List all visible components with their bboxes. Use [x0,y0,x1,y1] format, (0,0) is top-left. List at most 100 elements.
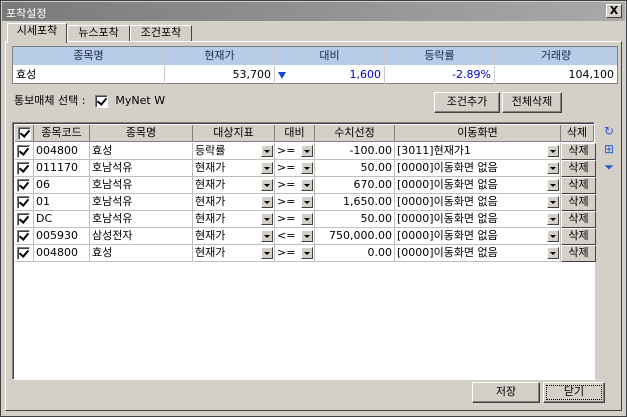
header-check-cell [15,125,34,142]
delete-row-button[interactable]: 삭제 [561,177,596,194]
close-dialog-button[interactable]: 닫기 [543,382,605,403]
quote-rate: -2.89% [385,66,495,84]
screen-select[interactable]: [0000]이동화면 없음 [395,245,561,262]
indicator-select[interactable]: 현재가 [193,228,275,245]
compare-select[interactable]: >= [275,143,315,160]
indicator-select[interactable]: 현재가 [193,160,275,177]
chevron-down-icon[interactable] [301,145,313,157]
save-button[interactable]: 저장 [472,382,540,403]
add-icon[interactable]: ⊞ [602,142,616,156]
chevron-down-icon[interactable] [301,162,313,174]
header-code: 종목코드 [34,125,90,142]
row-name[interactable]: 호남석유 [90,177,193,194]
value-input[interactable]: 750,000.00 [315,228,395,245]
row-name[interactable]: 삼성전자 [90,228,193,245]
compare-select[interactable]: >= [275,245,315,262]
chevron-down-icon[interactable] [547,230,559,242]
compare-select[interactable]: >= [275,160,315,177]
chevron-down-icon[interactable] [261,213,273,225]
row-code[interactable]: 011170 [34,160,90,177]
row-name[interactable]: 호남석유 [90,194,193,211]
refresh-icon[interactable]: ↻ [602,124,616,138]
delete-row-button[interactable]: 삭제 [561,160,596,177]
indicator-select[interactable]: 현재가 [193,245,275,262]
indicator-select[interactable]: 현재가 [193,211,275,228]
indicator-value: 현재가 [195,161,226,174]
screen-select[interactable]: [0000]이동화면 없음 [395,177,561,194]
screen-select[interactable]: [0000]이동화면 없음 [395,211,561,228]
row-code[interactable]: 06 [34,177,90,194]
compare-select[interactable]: >= [275,211,315,228]
delete-row-button[interactable]: 삭제 [561,211,596,228]
row-code[interactable]: 01 [34,194,90,211]
value-input[interactable]: 670.00 [315,177,395,194]
chevron-down-icon[interactable] [301,179,313,191]
screen-value: [0000]이동화면 없음 [397,246,498,259]
row-checkbox[interactable] [17,161,30,175]
tab-news-alert[interactable]: 뉴스포착 [67,25,130,42]
indicator-select[interactable]: 현재가 [193,177,275,194]
title-bar[interactable]: 포착설정 X [2,2,625,21]
screen-select[interactable]: [3011]현재가1 [395,143,561,160]
delete-row-button[interactable]: 삭제 [561,245,596,262]
row-name[interactable]: 호남석유 [90,160,193,177]
chevron-down-icon[interactable] [547,145,559,157]
row-code[interactable]: DC [34,211,90,228]
notify-label: 통보매체 선택 : [14,94,86,107]
value-input[interactable]: 0.00 [315,245,395,262]
row-checkbox[interactable] [17,212,30,226]
row-name[interactable]: 효성 [90,143,193,160]
row-name[interactable]: 호남석유 [90,211,193,228]
chevron-down-icon[interactable] [261,162,273,174]
delete-row-button[interactable]: 삭제 [561,143,596,160]
chevron-down-icon[interactable] [301,213,313,225]
chevron-down-icon[interactable] [261,145,273,157]
chevron-down-icon[interactable] [261,247,273,259]
value-input[interactable]: 50.00 [315,211,395,228]
row-code[interactable]: 005930 [34,228,90,245]
screen-select[interactable]: [0000]이동화면 없음 [395,160,561,177]
indicator-select[interactable]: 등락률 [193,143,275,160]
row-check-cell [15,194,34,211]
chevron-down-icon[interactable] [301,247,313,259]
row-checkbox[interactable] [17,229,30,243]
mynet-checkbox[interactable] [94,94,108,108]
row-checkbox[interactable] [17,246,30,260]
chevron-down-icon[interactable] [547,196,559,208]
tab-condition-alert[interactable]: 조건포착 [130,25,192,42]
row-checkbox[interactable] [17,195,30,209]
table-row: 004800 효성 현재가 >= 0.00 [0000]이동화면 없음 삭제 [15,245,596,262]
value-input[interactable]: 1,650.00 [315,194,395,211]
row-name[interactable]: 효성 [90,245,193,262]
compare-select[interactable]: >= [275,194,315,211]
move-down-icon[interactable]: ⏷ [602,160,616,174]
chevron-down-icon[interactable] [547,247,559,259]
chevron-down-icon[interactable] [301,196,313,208]
chevron-down-icon[interactable] [261,179,273,191]
chevron-down-icon[interactable] [547,162,559,174]
select-all-checkbox[interactable] [17,126,31,140]
chevron-down-icon[interactable] [261,196,273,208]
chevron-down-icon[interactable] [301,230,313,242]
value-input[interactable]: -100.00 [315,143,395,160]
screen-select[interactable]: [0000]이동화면 없음 [395,194,561,211]
chevron-down-icon[interactable] [261,230,273,242]
screen-select[interactable]: [0000]이동화면 없음 [395,228,561,245]
tab-price-alert[interactable]: 시세포착 [7,23,67,43]
compare-select[interactable]: <= [275,228,315,245]
delete-row-button[interactable]: 삭제 [561,194,596,211]
delete-all-button[interactable]: 전체삭제 [502,92,562,113]
close-button[interactable]: X [606,4,622,18]
value-input[interactable]: 50.00 [315,160,395,177]
row-code[interactable]: 004800 [34,143,90,160]
row-checkbox[interactable] [17,178,30,192]
indicator-value: 등락률 [195,144,226,157]
add-condition-button[interactable]: 조건추가 [434,92,500,113]
row-checkbox[interactable] [17,144,30,158]
indicator-select[interactable]: 현재가 [193,194,275,211]
chevron-down-icon[interactable] [547,179,559,191]
delete-row-button[interactable]: 삭제 [561,228,596,245]
compare-select[interactable]: >= [275,177,315,194]
row-code[interactable]: 004800 [34,245,90,262]
chevron-down-icon[interactable] [547,213,559,225]
